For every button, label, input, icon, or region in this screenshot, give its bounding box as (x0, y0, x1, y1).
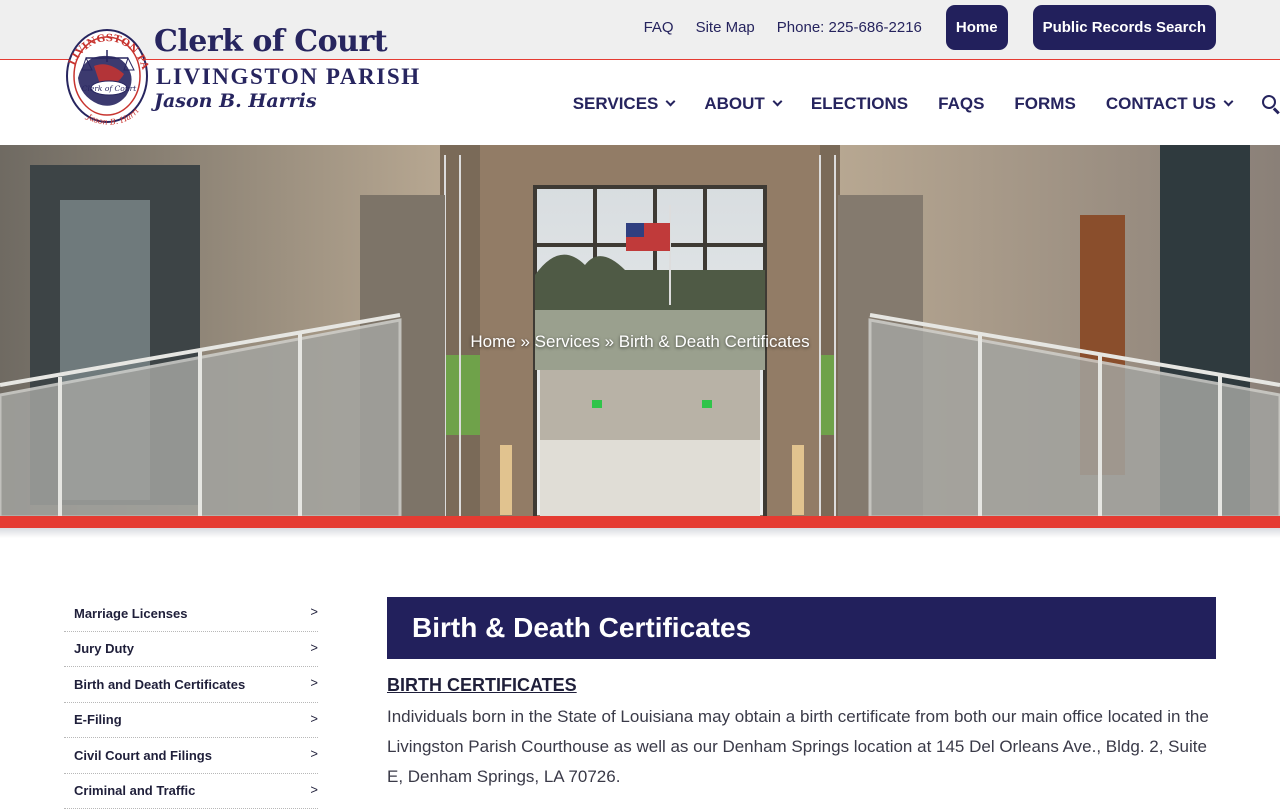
section-title-birth-certificates: BIRTH CERTIFICATES (387, 675, 1216, 696)
breadcrumb: Home » Services » Birth & Death Certific… (0, 332, 1280, 352)
search-icon[interactable] (1262, 95, 1280, 113)
public-records-search-button[interactable]: Public Records Search (1033, 5, 1216, 50)
hero-accent-bar (0, 516, 1280, 528)
chevron-right-icon: > (310, 711, 318, 726)
nav-forms-label: FORMS (1014, 94, 1075, 114)
sidebar-item-label: Marriage Licenses (74, 606, 187, 621)
site-logo[interactable]: LIVINGSTON PARISH Clerk of Court Jason B… (64, 18, 414, 128)
main-navigation: SERVICES ABOUT ELECTIONS FAQS FORMS CONT… (573, 90, 1280, 118)
faq-link[interactable]: FAQ (644, 19, 674, 36)
nav-elections[interactable]: ELECTIONS (811, 94, 908, 114)
birth-certificates-paragraph: Individuals born in the State of Louisia… (387, 702, 1216, 792)
sidebar-item-criminal-traffic[interactable]: Criminal and Traffic > (64, 774, 318, 809)
page-title: Birth & Death Certificates (412, 612, 751, 644)
chevron-right-icon: > (310, 746, 318, 761)
hero-shadow (0, 528, 1280, 538)
breadcrumb-separator: » (600, 332, 619, 351)
breadcrumb-home-link[interactable]: Home (470, 332, 515, 351)
services-sidebar: Marriage Licenses > Jury Duty > Birth an… (64, 596, 318, 809)
seal-center-text: Clerk of Court (82, 84, 137, 93)
sidebar-item-e-filing[interactable]: E-Filing > (64, 703, 318, 739)
sidebar-item-label: E-Filing (74, 712, 122, 727)
main-content: Birth & Death Certificates BIRTH CERTIFI… (387, 597, 1216, 792)
nav-about-label: ABOUT (704, 94, 764, 114)
courthouse-lobby-image (0, 145, 1280, 517)
chevron-right-icon: > (310, 675, 318, 690)
breadcrumb-separator: » (516, 332, 535, 351)
chevron-right-icon: > (310, 782, 318, 797)
chevron-right-icon: > (310, 604, 318, 619)
nav-elections-label: ELECTIONS (811, 94, 908, 114)
nav-about[interactable]: ABOUT (704, 94, 780, 114)
parish-seal-icon: LIVINGSTON PARISH Clerk of Court Jason B… (64, 18, 154, 126)
logo-clerk-name: Jason B. Harris (154, 90, 317, 112)
chevron-down-icon (772, 97, 782, 107)
breadcrumb-services-link[interactable]: Services (535, 332, 600, 351)
sidebar-item-civil-court[interactable]: Civil Court and Filings > (64, 738, 318, 774)
chevron-right-icon: > (310, 640, 318, 655)
breadcrumb-current: Birth & Death Certificates (619, 332, 810, 351)
sidebar-item-label: Birth and Death Certificates (74, 677, 245, 692)
nav-faqs[interactable]: FAQS (938, 94, 984, 114)
sidebar-item-label: Civil Court and Filings (74, 748, 212, 763)
nav-contact-us[interactable]: CONTACT US (1106, 94, 1232, 114)
nav-services[interactable]: SERVICES (573, 94, 675, 114)
nav-forms[interactable]: FORMS (1014, 94, 1075, 114)
phone-link[interactable]: Phone: 225-686-2216 (777, 19, 922, 36)
hero-banner: Home » Services » Birth & Death Certific… (0, 145, 1280, 517)
nav-contact-label: CONTACT US (1106, 94, 1216, 114)
chevron-down-icon (666, 97, 676, 107)
chevron-down-icon (1224, 97, 1234, 107)
home-button[interactable]: Home (946, 5, 1008, 50)
nav-faqs-label: FAQS (938, 94, 984, 114)
logo-title: Clerk of Court (154, 24, 387, 59)
sidebar-item-marriage-licenses[interactable]: Marriage Licenses > (64, 596, 318, 632)
site-map-link[interactable]: Site Map (696, 19, 755, 36)
sidebar-item-jury-duty[interactable]: Jury Duty > (64, 632, 318, 668)
sidebar-item-birth-death-certificates[interactable]: Birth and Death Certificates > (64, 667, 318, 703)
sidebar-item-label: Criminal and Traffic (74, 783, 195, 798)
nav-services-label: SERVICES (573, 94, 659, 114)
sidebar-item-label: Jury Duty (74, 641, 134, 656)
page-title-banner: Birth & Death Certificates (387, 597, 1216, 659)
logo-subtitle: LIVINGSTON PARISH (156, 64, 421, 90)
utility-links: FAQ Site Map Phone: 225-686-2216 Home Pu… (644, 5, 1216, 50)
